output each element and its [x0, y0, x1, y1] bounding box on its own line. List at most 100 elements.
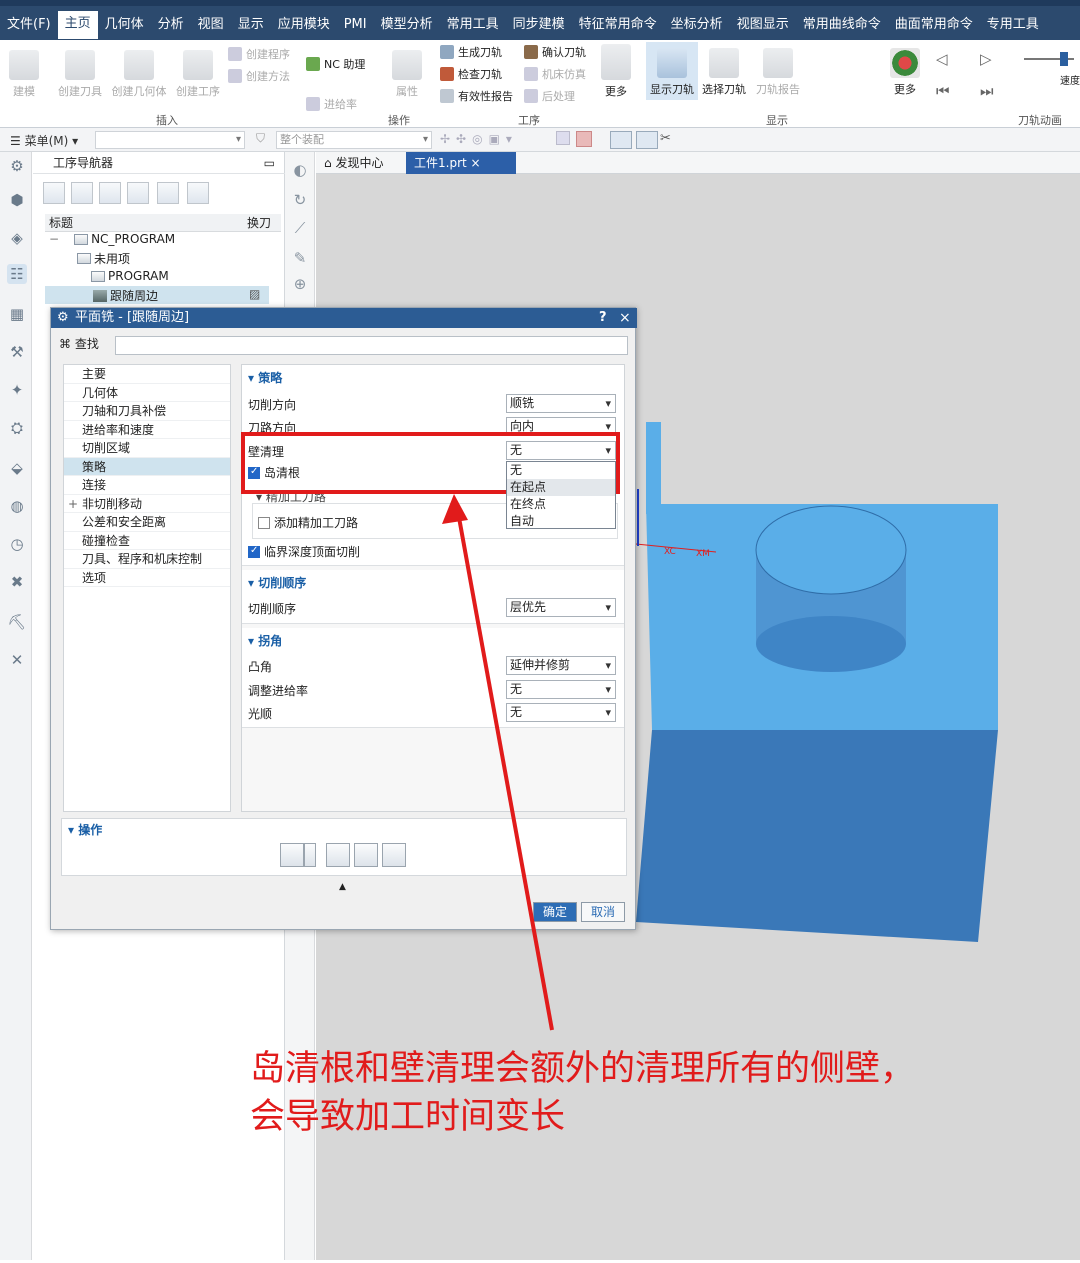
- nav-tolerance[interactable]: 公差和安全距离: [64, 513, 230, 532]
- cube-icon[interactable]: [556, 131, 570, 145]
- collapse-arrow-icon[interactable]: ▲: [339, 882, 346, 892]
- nav-collision[interactable]: 碰撞检查: [64, 532, 230, 550]
- menu-special-tools[interactable]: 专用工具: [980, 12, 1046, 38]
- replay-button[interactable]: [326, 843, 350, 867]
- list-button[interactable]: [382, 843, 406, 867]
- toolpath-report-button[interactable]: 刀轨报告: [754, 48, 802, 97]
- tree-follow-periphery[interactable]: 跟随周边: [93, 287, 158, 304]
- close-button[interactable]: ×: [619, 308, 631, 328]
- nav-connections[interactable]: 连接: [64, 476, 230, 495]
- measure-icon[interactable]: ⟋: [290, 218, 310, 238]
- globe-icon[interactable]: ◍: [7, 496, 27, 516]
- menu-application[interactable]: 应用模块: [271, 12, 337, 38]
- more-operations-button[interactable]: 更多: [600, 44, 632, 99]
- column-tool-change[interactable]: 换刀: [247, 214, 271, 232]
- verify-button[interactable]: [354, 843, 378, 867]
- shape-icon[interactable]: ⬙: [7, 458, 27, 478]
- menu-home[interactable]: 主页: [57, 11, 98, 39]
- menu-model-analysis[interactable]: 模型分析: [374, 12, 440, 38]
- tree-nc-program[interactable]: − NC_PROGRAM: [49, 232, 175, 246]
- close-icon[interactable]: ×: [471, 156, 481, 170]
- nav-main[interactable]: 主要: [64, 365, 230, 384]
- critical-depth-checkbox[interactable]: 临界深度顶面切削: [248, 543, 360, 560]
- nx-icon[interactable]: ✕: [7, 650, 27, 670]
- program-view-icon[interactable]: [43, 182, 65, 204]
- nc-assistant-button[interactable]: NC 助理: [306, 56, 365, 72]
- feed-rate-button[interactable]: 进给率: [306, 96, 357, 112]
- option-auto[interactable]: 自动: [507, 513, 615, 530]
- machine-icon[interactable]: ⚒: [7, 342, 27, 362]
- menu-analysis[interactable]: 分析: [151, 12, 191, 38]
- tool-icon[interactable]: ✂: [660, 131, 680, 149]
- tool-library-icon[interactable]: ⛭: [7, 418, 27, 438]
- anim-last-button[interactable]: ⏭: [980, 82, 994, 100]
- more-display-button[interactable]: 更多: [886, 48, 924, 97]
- create-operation-button[interactable]: 创建工序: [174, 50, 222, 99]
- validity-report-button[interactable]: 有效性报告: [440, 88, 513, 104]
- create-method-button[interactable]: 创建方法: [228, 68, 290, 84]
- add-finish-pass-checkbox[interactable]: 添加精加工刀路: [258, 514, 358, 531]
- generate-button[interactable]: [280, 843, 304, 867]
- nav-tool-axis[interactable]: 刀轴和刀具补偿: [64, 402, 230, 421]
- assembly-filter-dropdown[interactable]: 整个装配: [276, 131, 432, 149]
- menu-curve-commands[interactable]: 常用曲线命令: [796, 12, 888, 38]
- strategy-header[interactable]: ▾ 策略: [248, 369, 282, 386]
- cut-order-header[interactable]: ▾ 切削顺序: [248, 574, 306, 591]
- anim-prev-button[interactable]: ◁: [936, 50, 948, 68]
- nav-tool-program-machine[interactable]: 刀具、程序和机床控制: [64, 550, 230, 569]
- create-program-button[interactable]: 创建程序: [228, 46, 290, 62]
- tab-part1[interactable]: 工件1.prt ×: [406, 152, 516, 174]
- create-geometry-button[interactable]: 创建几何体: [110, 50, 168, 99]
- part-icon[interactable]: ⬢: [7, 190, 27, 210]
- history-icon[interactable]: ◷: [7, 534, 27, 554]
- nav-cut-area[interactable]: 切削区域: [64, 439, 230, 458]
- select-toolpath-button[interactable]: 选择刀轨: [700, 48, 748, 97]
- anim-first-button[interactable]: ⏮: [936, 82, 950, 100]
- type-filter-dropdown[interactable]: [95, 131, 245, 149]
- cut-direction-select[interactable]: 顺铣: [506, 394, 616, 413]
- nav-feeds-speeds[interactable]: 进给率和速度: [64, 421, 230, 439]
- menu-coord-analysis[interactable]: 坐标分析: [664, 12, 730, 38]
- geometry-view-icon[interactable]: [99, 182, 121, 204]
- option-at-start[interactable]: 在起点: [507, 479, 615, 496]
- corner-header[interactable]: ▾ 拐角: [248, 632, 282, 649]
- rotate-icon[interactable]: ↻: [290, 190, 310, 210]
- help-button[interactable]: ?: [599, 308, 607, 328]
- option-none[interactable]: 无: [507, 462, 615, 479]
- gear-icon[interactable]: ⚙: [7, 156, 27, 176]
- create-tool-button[interactable]: 创建刀具: [56, 50, 104, 99]
- speed-slider-handle[interactable]: [1060, 52, 1068, 66]
- menu-view[interactable]: 视图: [191, 12, 231, 38]
- maximize-icon[interactable]: ▭: [264, 152, 275, 174]
- option-at-end[interactable]: 在终点: [507, 496, 615, 513]
- tools-icon[interactable]: ✖: [7, 572, 27, 592]
- collapse-icon[interactable]: −: [49, 232, 59, 246]
- reuse-icon[interactable]: ✦: [7, 380, 27, 400]
- snap-icons[interactable]: ✢✣◎▣▾: [440, 132, 518, 146]
- verify-toolpath-button[interactable]: 检查刀轨: [440, 66, 502, 82]
- operations-header[interactable]: ▾ 操作: [68, 821, 102, 838]
- menu-geometry[interactable]: 几何体: [98, 12, 151, 38]
- generate-dropdown[interactable]: [304, 843, 316, 867]
- column-title[interactable]: 标题: [49, 214, 73, 232]
- menu-display[interactable]: 显示: [231, 12, 271, 38]
- add-view-icon[interactable]: [157, 182, 179, 204]
- tree-unused[interactable]: 未用项: [77, 250, 130, 267]
- expand-icon[interactable]: +: [68, 495, 78, 514]
- remove-view-icon[interactable]: [187, 182, 209, 204]
- nav-non-cutting[interactable]: + 非切削移动: [64, 495, 230, 514]
- cancel-button[interactable]: 取消: [581, 902, 625, 922]
- show-toolpath-button[interactable]: 显示刀轨: [646, 42, 698, 100]
- modeling-button[interactable]: 建模: [6, 50, 42, 99]
- anim-next-button[interactable]: ▷: [980, 50, 992, 68]
- menu-dropdown[interactable]: ☰ 菜单(M) ▾: [10, 132, 78, 149]
- assembly-icon[interactable]: ◈: [7, 228, 27, 248]
- nav-options[interactable]: 选项: [64, 569, 230, 587]
- properties-button[interactable]: 属性: [390, 50, 424, 99]
- view-orient-icon[interactable]: ◐: [290, 160, 310, 180]
- confirm-toolpath-button[interactable]: 确认刀轨: [524, 44, 586, 60]
- menu-surface-commands[interactable]: 曲面常用命令: [888, 12, 980, 38]
- find-input[interactable]: [115, 336, 628, 355]
- menu-feature-commands[interactable]: 特征常用命令: [572, 12, 664, 38]
- brush-icon[interactable]: ✎: [290, 248, 310, 268]
